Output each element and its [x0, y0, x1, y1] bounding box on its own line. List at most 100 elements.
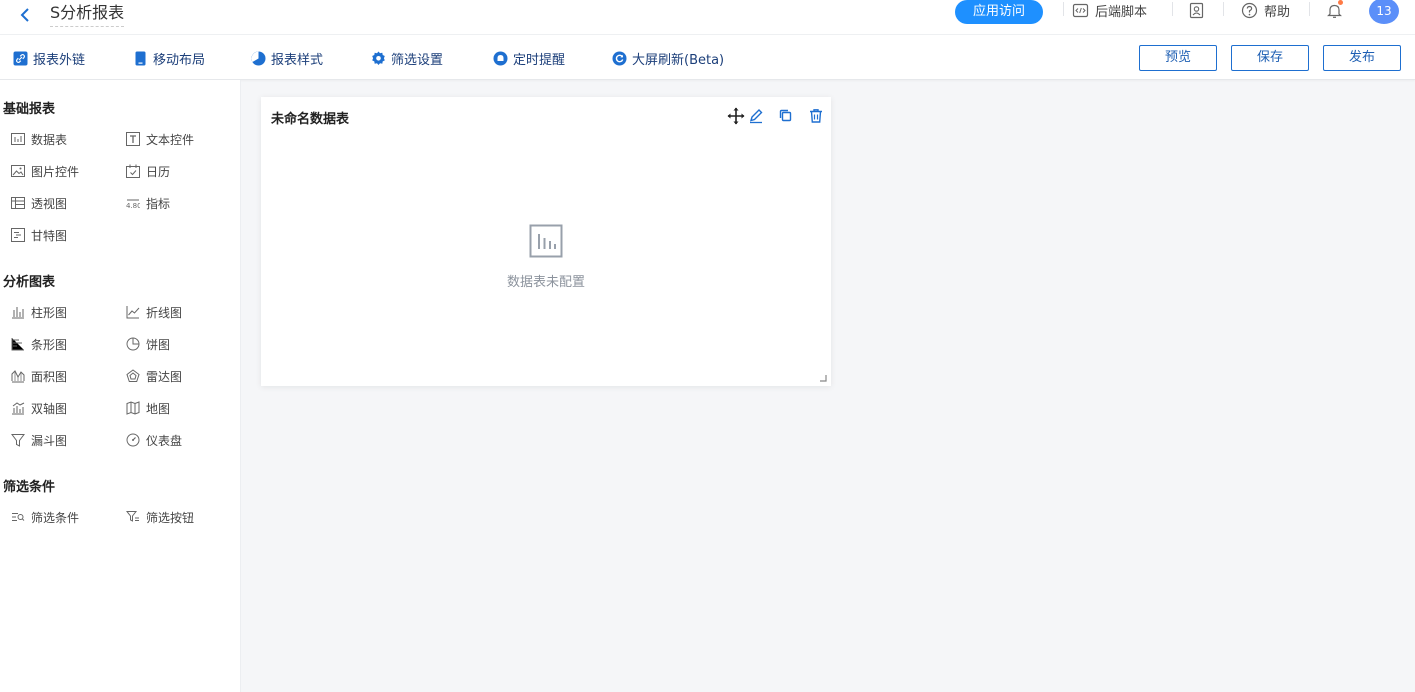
contacts-button[interactable]	[1188, 0, 1205, 20]
area-chart-icon	[11, 370, 25, 383]
component-label: 地图	[146, 401, 171, 416]
app-visit-button[interactable]: 应用访问	[955, 0, 1043, 24]
component-image[interactable]: 图片控件	[11, 162, 79, 180]
component-funnel[interactable]: 漏斗图	[11, 431, 67, 449]
radar-chart-icon	[126, 369, 140, 382]
component-label: 图片控件	[31, 164, 80, 179]
gear-icon	[372, 51, 385, 65]
component-gantt[interactable]: 甘特图	[11, 226, 67, 244]
refresh-icon	[612, 51, 627, 65]
pivot-icon	[11, 197, 25, 209]
empty-table-icon	[529, 224, 563, 258]
component-calendar[interactable]: 日历	[126, 162, 170, 180]
pie-chart-icon	[126, 337, 140, 351]
component-line-chart[interactable]: 折线图	[126, 303, 182, 321]
backend-script-button[interactable]: 后端脚本	[1072, 0, 1147, 20]
save-button[interactable]: 保存	[1231, 45, 1309, 71]
report-link-button[interactable]: 报表外链	[13, 49, 86, 68]
mobile-layout-button[interactable]: 移动布局	[133, 49, 206, 68]
avatar[interactable]: 13	[1369, 0, 1399, 24]
mobile-layout-label: 移动布局	[153, 52, 206, 68]
component-column-chart[interactable]: 柱形图	[11, 303, 67, 321]
help-button[interactable]: 帮助	[1241, 0, 1290, 20]
metric-icon: 4.80	[126, 199, 140, 210]
report-link-label: 报表外链	[33, 52, 86, 68]
back-arrow-icon[interactable]	[16, 6, 34, 24]
component-label: 面积图	[31, 369, 68, 384]
alarm-icon	[493, 51, 508, 65]
component-dual-axis[interactable]: 双轴图	[11, 399, 67, 417]
section-title-analysis: 分析图表	[3, 275, 56, 290]
notification-dot	[1338, 0, 1343, 5]
map-icon	[126, 401, 140, 415]
component-bar-chart[interactable]: 条形图	[11, 335, 67, 353]
component-label: 指标	[146, 196, 171, 211]
preview-button[interactable]: 预览	[1139, 45, 1217, 71]
divider	[1223, 2, 1224, 16]
component-label: 日历	[146, 164, 171, 179]
move-icon[interactable]	[727, 107, 745, 125]
scheduled-reminder-button[interactable]: 定时提醒	[493, 49, 565, 68]
component-sidebar: 基础报表 数据表 文本控件 图片控件 日历 透视图 4.80 指标 甘特图 分析…	[0, 80, 241, 692]
contact-card-icon	[1189, 2, 1204, 18]
delete-icon[interactable]	[807, 107, 825, 125]
component-metric[interactable]: 4.80 指标	[126, 194, 170, 212]
filter-settings-button[interactable]: 筛选设置	[371, 49, 444, 68]
column-chart-icon	[12, 307, 24, 319]
divider	[1063, 2, 1064, 16]
component-data-table[interactable]: 数据表	[11, 130, 67, 148]
gauge-icon	[126, 433, 140, 447]
component-label: 透视图	[31, 196, 68, 211]
component-label: 甘特图	[31, 228, 68, 243]
backend-script-label: 后端脚本	[1095, 4, 1148, 20]
funnel-icon	[11, 434, 25, 447]
report-style-button[interactable]: 报表样式	[251, 49, 323, 68]
component-label: 双轴图	[31, 401, 68, 416]
component-label: 折线图	[146, 305, 183, 320]
component-map[interactable]: 地图	[126, 399, 170, 417]
component-label: 漏斗图	[31, 433, 68, 448]
filter-settings-label: 筛选设置	[391, 52, 444, 68]
copy-icon[interactable]	[777, 107, 795, 125]
publish-button[interactable]: 发布	[1323, 45, 1401, 71]
screen-refresh-button[interactable]: 大屏刷新(Beta)	[612, 49, 725, 68]
component-label: 数据表	[31, 132, 68, 147]
component-label: 仪表盘	[146, 433, 183, 448]
style-icon	[251, 51, 266, 65]
component-label: 雷达图	[146, 369, 183, 384]
widget-title: 未命名数据表	[271, 112, 350, 127]
component-pie-chart[interactable]: 饼图	[126, 335, 170, 353]
component-pivot[interactable]: 透视图	[11, 194, 67, 212]
filter-button-icon	[126, 511, 139, 522]
code-icon	[1072, 3, 1089, 17]
component-label: 筛选条件	[31, 510, 80, 525]
dual-axis-icon	[12, 402, 25, 415]
report-title[interactable]: S分析报表	[50, 3, 125, 27]
component-label: 文本控件	[146, 132, 195, 147]
component-label: 柱形图	[31, 305, 68, 320]
top-bar: S分析报表 应用访问 后端脚本 帮助 13	[0, 0, 1415, 35]
image-icon	[11, 165, 25, 177]
component-label: 筛选按钮	[146, 510, 195, 525]
component-filter-button[interactable]: 筛选按钮	[126, 508, 194, 526]
link-icon	[13, 51, 28, 65]
component-area-chart[interactable]: 面积图	[11, 367, 67, 385]
screen-refresh-label: 大屏刷新(Beta)	[632, 52, 725, 68]
empty-state-text: 数据表未配置	[506, 275, 585, 290]
text-icon	[126, 132, 140, 146]
calendar-icon	[126, 164, 140, 178]
component-filter-condition[interactable]: 筛选条件	[11, 508, 79, 526]
line-chart-icon	[126, 306, 140, 319]
filter-condition-icon	[12, 513, 25, 521]
component-gauge[interactable]: 仪表盘	[126, 431, 182, 449]
divider	[1172, 2, 1173, 16]
section-title-filter: 筛选条件	[3, 480, 56, 495]
component-text[interactable]: 文本控件	[126, 130, 194, 148]
mobile-icon	[135, 51, 146, 65]
report-toolbar: 报表外链 移动布局 报表样式 筛选设置 定时提醒 大屏刷新(Beta) 预览 保…	[0, 35, 1415, 80]
edit-icon[interactable]	[747, 107, 765, 125]
resize-handle-icon[interactable]	[819, 374, 827, 382]
component-label: 条形图	[31, 337, 68, 352]
data-table-widget[interactable]: 未命名数据表 数据表未配置	[261, 97, 831, 386]
component-radar-chart[interactable]: 雷达图	[126, 367, 182, 385]
